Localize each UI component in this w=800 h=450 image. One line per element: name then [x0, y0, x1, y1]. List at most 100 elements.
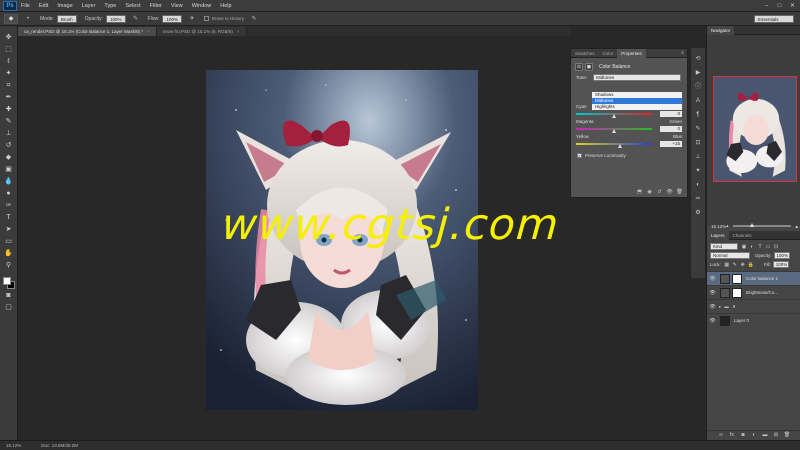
slider-track[interactable] [576, 112, 652, 118]
slider-value[interactable]: +15 [660, 140, 682, 147]
reset-icon[interactable]: ↺ [656, 189, 663, 196]
opacity-input[interactable]: 100% [773, 252, 790, 259]
menu-layer[interactable]: Layer [82, 3, 96, 9]
document-tab-active[interactable]: ca_render.PSD @ 15.1% (Color Balance 1, … [18, 27, 157, 36]
visibility-icon[interactable]: 👁 [666, 189, 673, 196]
clone-source-icon[interactable]: ⊥ [693, 152, 703, 162]
menu-filter[interactable]: Filter [150, 3, 162, 9]
smart-filter-icon[interactable]: ⊡ [773, 244, 779, 250]
layer-name[interactable]: Color Balance 1 [746, 276, 778, 281]
airbrush-icon[interactable]: ✈ [188, 15, 196, 23]
move-tool-icon[interactable]: ✥ [3, 33, 15, 43]
maximize-icon[interactable]: □ [775, 2, 784, 10]
zoom-in-icon[interactable]: ▲ [795, 224, 799, 229]
actions-icon[interactable]: ▶ [693, 68, 703, 78]
path-select-tool-icon[interactable]: ➤ [3, 225, 15, 235]
mask-icon[interactable]: ◼ [585, 63, 593, 71]
eye-icon[interactable]: 👁 [709, 304, 716, 310]
clip-to-layer-icon[interactable]: ⬒ [636, 189, 643, 196]
dodge-tool-icon[interactable]: ● [3, 189, 15, 199]
layer-row[interactable]: 👁 Color Balance 1 [707, 271, 800, 285]
type-tool-icon[interactable]: T [3, 213, 15, 223]
screen-mode-icon[interactable]: ▢ [3, 303, 15, 313]
menu-help[interactable]: Help [220, 3, 231, 9]
eraser-tool-preset-icon[interactable]: ◆ [4, 13, 18, 24]
close-tab-icon[interactable]: × [237, 27, 240, 36]
erase-history-checkbox[interactable]: Erase to History [204, 16, 244, 21]
eye-icon[interactable]: 👁 [709, 276, 716, 282]
lock-pixels-icon[interactable]: ✎ [732, 262, 738, 268]
adjustments-icon[interactable]: ◐ [693, 180, 703, 190]
tool-presets-icon[interactable]: ⚙ [693, 208, 703, 218]
trash-icon[interactable]: 🗑 [784, 432, 791, 439]
history-icon[interactable]: ⟲ [693, 54, 703, 64]
brush-tool-icon[interactable]: ✎ [3, 117, 15, 127]
clone-stamp-tool-icon[interactable]: ⊥ [3, 129, 15, 139]
layer-mask-thumb[interactable] [732, 287, 742, 298]
character-icon[interactable]: A [693, 96, 703, 106]
healing-tool-icon[interactable]: ✚ [3, 105, 15, 115]
blend-mode-select[interactable]: Normal [710, 252, 750, 259]
zoom-tool-icon[interactable]: ⚲ [3, 261, 15, 271]
workspace-select[interactable]: Essentials [754, 15, 794, 23]
menu-image[interactable]: Image [57, 3, 72, 9]
zoom-slider[interactable] [732, 223, 791, 227]
zoom-slider-thumb[interactable] [749, 223, 754, 227]
lock-all-icon[interactable]: 🔒 [748, 262, 754, 268]
opacity-input[interactable]: 100% [106, 14, 126, 23]
brush-panel-icon[interactable]: ✎ [693, 124, 703, 134]
mode-select[interactable]: Brush [56, 14, 77, 23]
quick-select-tool-icon[interactable]: ✦ [3, 69, 15, 79]
eye-icon[interactable]: 👁 [709, 290, 716, 296]
brush-presets-icon[interactable]: ⊡ [693, 138, 703, 148]
slider-track[interactable] [576, 142, 652, 148]
layer-style-icon[interactable]: fx [729, 432, 736, 439]
tab-color[interactable]: Color [599, 49, 618, 58]
blur-tool-icon[interactable]: 💧 [3, 177, 15, 187]
menu-select[interactable]: Select [125, 3, 140, 9]
eyedropper-tool-icon[interactable]: ✒ [3, 93, 15, 103]
navigator-zoom-value[interactable]: 15.12% [711, 224, 726, 229]
slider-value[interactable]: 0 [660, 125, 682, 132]
panel-menu-icon[interactable]: ≡ [681, 50, 684, 56]
navigator-thumbnail[interactable] [713, 76, 797, 182]
quick-mask-icon[interactable]: ◙ [3, 291, 15, 301]
zoom-out-icon[interactable]: ▴ [726, 223, 728, 229]
pixel-filter-icon[interactable]: ▣ [741, 244, 747, 250]
tab-swatches[interactable]: Swatches [571, 49, 599, 58]
history-brush-tool-icon[interactable]: ↺ [3, 141, 15, 151]
menu-file[interactable]: File [21, 3, 30, 9]
gradient-tool-icon[interactable]: ▣ [3, 165, 15, 175]
close-tab-icon[interactable]: × [147, 27, 150, 36]
tab-navigator[interactable]: Navigator [707, 25, 735, 35]
adjustment-filter-icon[interactable]: ◐ [749, 244, 755, 250]
tab-channels[interactable]: Channels [729, 231, 756, 240]
slider-value[interactable]: 0 [660, 110, 682, 117]
layer-row[interactable]: 👁 Brightness/Co... [707, 285, 800, 299]
tab-properties[interactable]: Properties [617, 48, 646, 58]
slider-thumb[interactable] [612, 128, 616, 133]
eye-icon[interactable]: 👁 [709, 318, 716, 324]
pen-tool-icon[interactable]: ✑ [3, 201, 15, 211]
filter-kind-select[interactable]: Kind [710, 243, 738, 250]
menu-view[interactable]: View [171, 3, 183, 9]
shape-tool-icon[interactable]: ▭ [3, 237, 15, 247]
hand-tool-icon[interactable]: ✋ [3, 249, 15, 259]
slider-track[interactable] [576, 127, 652, 133]
new-adjustment-icon[interactable]: ◐ [751, 432, 758, 439]
styles-icon[interactable]: ✦ [693, 166, 703, 176]
crop-tool-icon[interactable]: ⌗ [3, 81, 15, 91]
brush-size-icon[interactable]: • [24, 15, 32, 23]
layer-row[interactable]: 👁 Layer 0 [707, 313, 800, 327]
color-swatches[interactable] [2, 276, 16, 290]
menu-edit[interactable]: Edit [39, 3, 48, 9]
slider-thumb[interactable] [617, 143, 622, 148]
trash-icon[interactable]: 🗑 [676, 189, 683, 196]
menu-window[interactable]: Window [192, 3, 212, 9]
layer-name[interactable]: Brightness/Co... [746, 290, 778, 295]
info-icon[interactable]: ⓘ [693, 82, 703, 92]
link-layers-icon[interactable]: ∞ [718, 432, 725, 439]
paragraph-icon[interactable]: ¶ [693, 110, 703, 120]
type-filter-icon[interactable]: T [757, 244, 763, 250]
layer-mask-thumb[interactable] [732, 273, 742, 284]
